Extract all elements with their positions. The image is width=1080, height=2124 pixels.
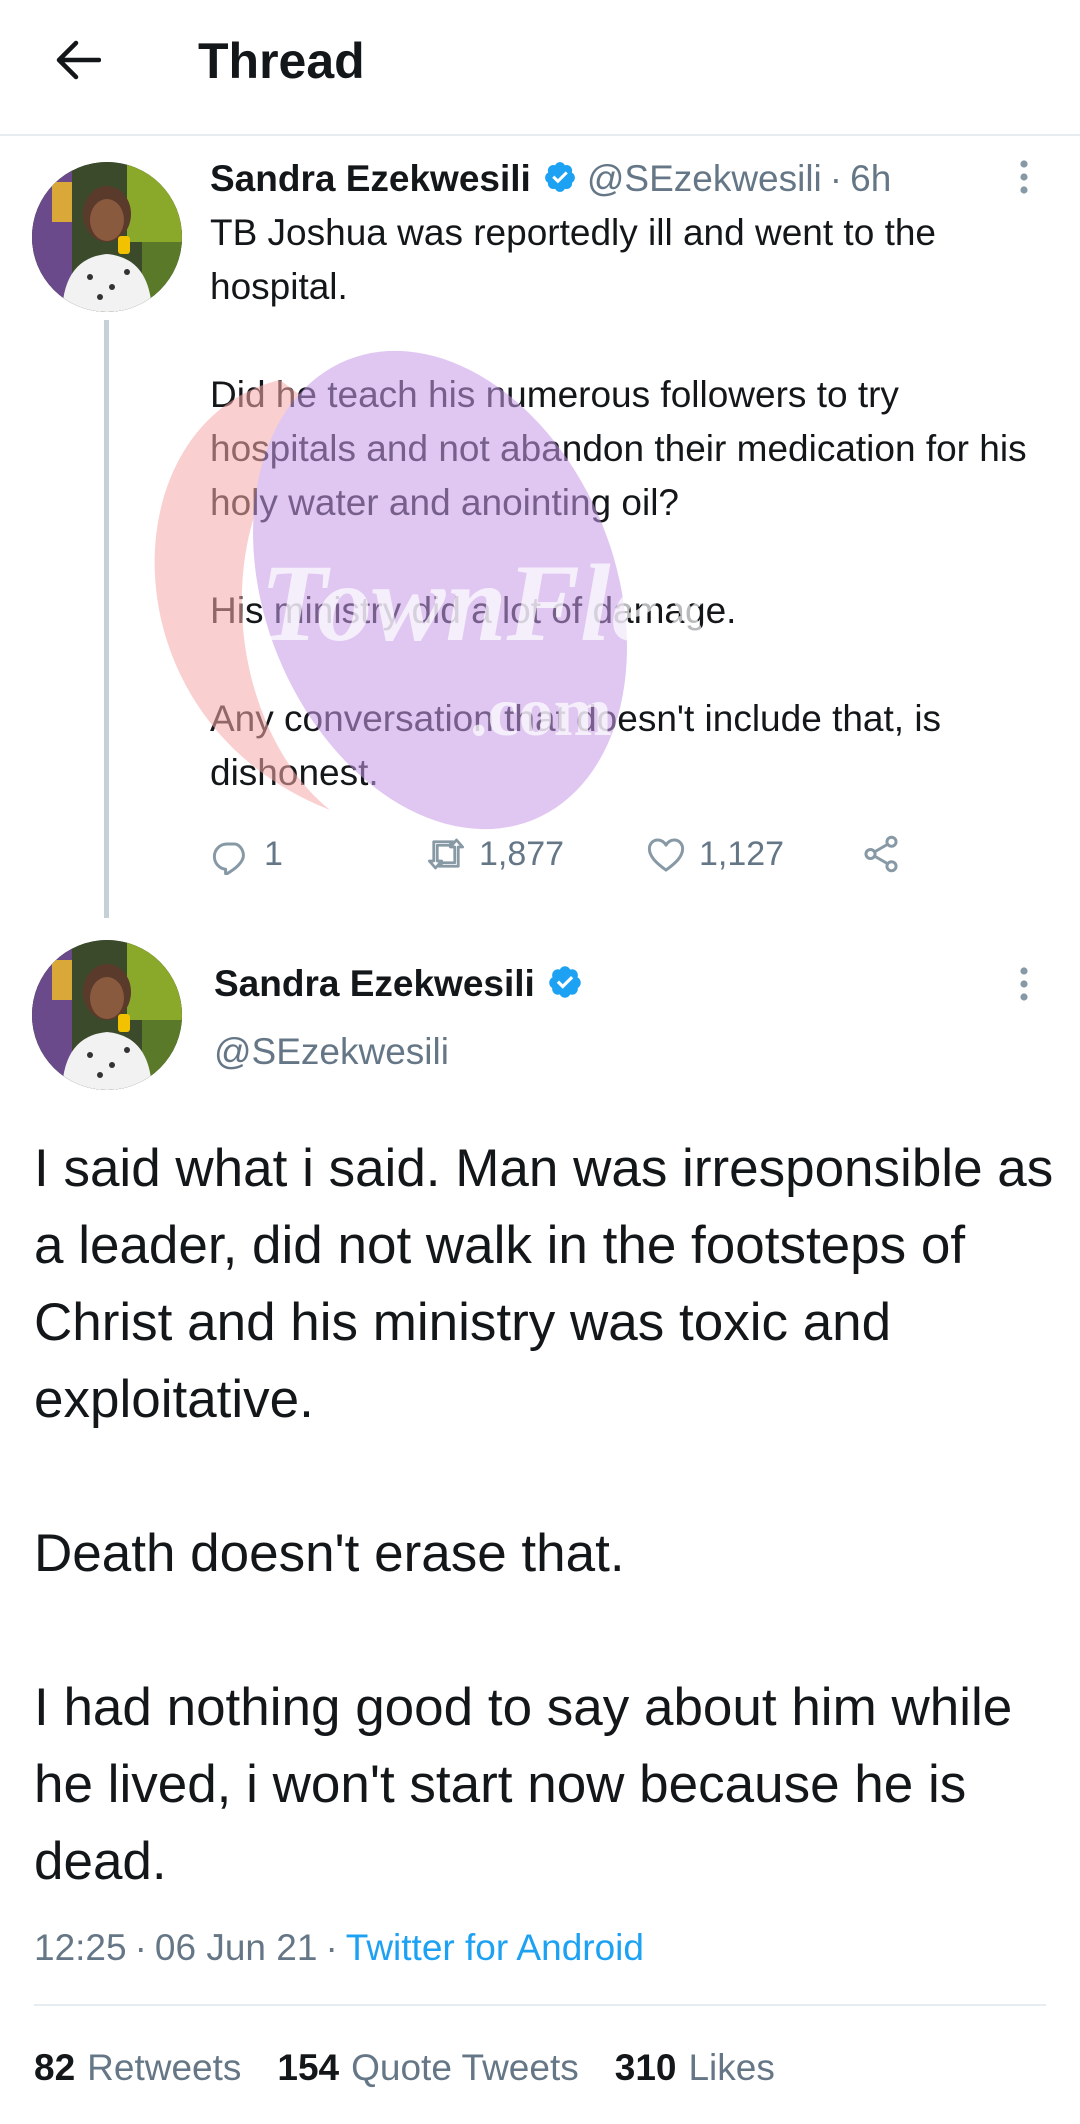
tweet-paragraph: His ministry did a lot of damage. [210,590,737,631]
tweet-paragraph: I said what i said. Man was irresponsibl… [34,1139,1054,1429]
reply-count: 1 [264,834,283,873]
likes-count: 310 [614,2047,677,2088]
tweet-text: TB Joshua was reportedly ill and went to… [210,206,1040,800]
arrow-left-icon [56,40,101,80]
heart-icon [647,838,685,872]
tweet-time[interactable]: 6h [850,158,891,200]
avatar-photo [32,162,182,312]
reply-icon [212,842,245,875]
avatar-photo [32,940,182,1090]
tweet-text: I said what i said. Man was irresponsibl… [34,1130,1054,1900]
retweets-count: 82 [34,2047,76,2088]
tweet-actions: 1 1,877 1,127 [210,826,970,882]
tweet-stats: 82 Retweets 154 Quote Tweets 310 Likes [34,2040,811,2096]
retweet-count: 1,877 [479,834,565,873]
retweet-button[interactable]: 1,877 [425,826,564,882]
like-count: 1,127 [699,834,785,873]
quote-tweets-stat[interactable]: 154 Quote Tweets [277,2047,578,2089]
share-button[interactable] [860,826,902,882]
tweet-paragraph: Death doesn't erase that. [34,1524,625,1583]
verified-badge-icon [547,964,583,1005]
tweet-paragraph: Any conversation that doesn't include th… [210,698,942,793]
author-name[interactable]: Sandra Ezekwesili [214,963,535,1005]
thread-connector-line [104,320,109,918]
tweet-time: 12:25 [34,1927,127,1968]
quote-tweets-label: Quote Tweets [351,2047,579,2088]
retweet-icon [427,838,465,870]
author-handle[interactable]: @SEzekwesili [587,158,822,200]
likes-label: Likes [688,2047,775,2088]
tweet-paragraph: I had nothing good to say about him whil… [34,1678,1013,1891]
quote-tweets-count: 154 [277,2047,340,2088]
verified-badge-icon [543,160,577,199]
top-app-bar: Thread [0,0,1080,136]
divider [34,2004,1046,2006]
thread-page: Thread Sandra Ezekwesili @SEzekwesili · … [0,0,1080,2124]
separator-dot: · [325,1927,338,1968]
author-name[interactable]: Sandra Ezekwesili [210,158,531,200]
separator-dot: · [134,1927,147,1968]
likes-stat[interactable]: 310 Likes [615,2047,775,2089]
tweet-metadata: 12:25 · 06 Jun 21 · Twitter for Android [34,1922,644,1974]
retweets-stat[interactable]: 82 Retweets [34,2047,241,2089]
reply-button[interactable]: 1 [210,826,283,882]
tweet-paragraph: TB Joshua was reportedly ill and went to… [210,212,936,307]
author-handle[interactable]: @SEzekwesili [214,1026,449,1078]
tweet-date: 06 Jun 21 [154,1927,318,1968]
like-button[interactable]: 1,127 [645,826,784,882]
share-icon [864,835,898,873]
retweets-label: Retweets [87,2047,242,2088]
more-options-button[interactable] [1004,147,1044,207]
page-title: Thread [198,33,365,89]
tweet-paragraph: Did he teach his numerous followers to t… [210,374,1027,523]
tweet-header: Sandra Ezekwesili @SEzekwesili · 6h [210,154,891,204]
more-options-button[interactable] [1004,954,1044,1014]
avatar[interactable] [32,940,182,1090]
back-button[interactable] [40,26,116,94]
avatar[interactable] [32,162,182,312]
separator-dot: · [829,158,843,199]
author-name-row: Sandra Ezekwesili [214,958,583,1010]
tweet-source-link[interactable]: Twitter for Android [346,1927,644,1969]
more-vertical-icon [1020,160,1028,194]
more-vertical-icon [1020,967,1028,1001]
